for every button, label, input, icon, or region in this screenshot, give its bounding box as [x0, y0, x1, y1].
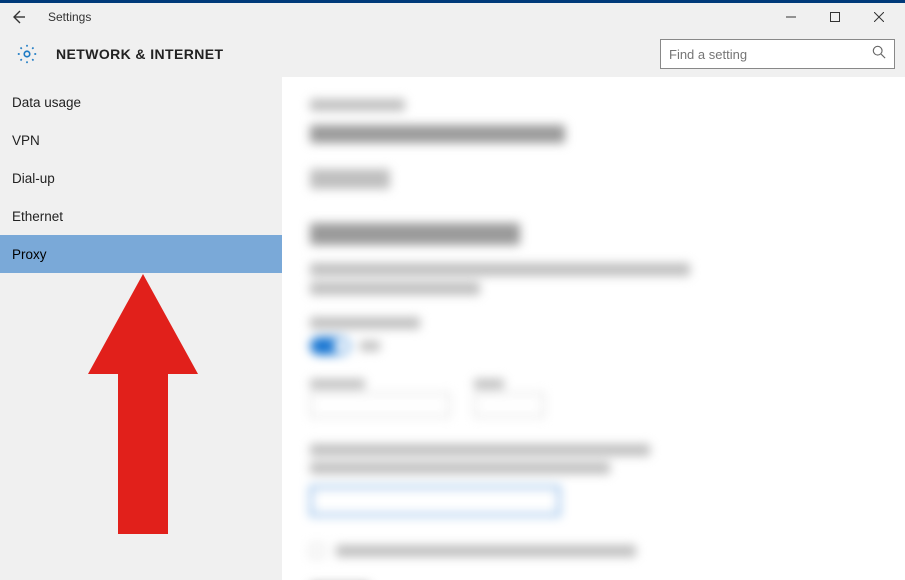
- sidebar-item-dial-up[interactable]: Dial-up: [0, 159, 282, 197]
- sidebar-item-data-usage[interactable]: Data usage: [0, 83, 282, 121]
- sidebar-item-label: Dial-up: [12, 171, 55, 186]
- blurred-content: [310, 99, 877, 580]
- search-field[interactable]: [660, 39, 895, 69]
- sidebar: Data usage VPN Dial-up Ethernet Proxy: [0, 77, 282, 580]
- window-controls: [769, 3, 901, 31]
- minimize-button[interactable]: [769, 3, 813, 31]
- sidebar-item-label: Proxy: [12, 247, 47, 262]
- section-header: NETWORK & INTERNET: [0, 31, 905, 77]
- sidebar-item-ethernet[interactable]: Ethernet: [0, 197, 282, 235]
- back-button[interactable]: [4, 3, 32, 31]
- settings-window: Settings NETWORK & INTERNET: [0, 0, 905, 580]
- search-input[interactable]: [669, 47, 872, 62]
- gear-icon: [16, 43, 38, 65]
- back-arrow-icon: [10, 9, 26, 25]
- close-icon: [874, 12, 884, 22]
- maximize-button[interactable]: [813, 3, 857, 31]
- search-icon: [872, 45, 886, 64]
- content-pane: [282, 77, 905, 580]
- sidebar-item-label: Ethernet: [12, 209, 63, 224]
- maximize-icon: [830, 12, 840, 22]
- sidebar-item-proxy[interactable]: Proxy: [0, 235, 282, 273]
- sidebar-item-label: VPN: [12, 133, 40, 148]
- sidebar-item-label: Data usage: [12, 95, 81, 110]
- titlebar: Settings: [0, 3, 905, 31]
- body: Data usage VPN Dial-up Ethernet Proxy: [0, 77, 905, 580]
- section-title: NETWORK & INTERNET: [56, 46, 223, 62]
- sidebar-item-vpn[interactable]: VPN: [0, 121, 282, 159]
- minimize-icon: [786, 12, 796, 22]
- close-button[interactable]: [857, 3, 901, 31]
- window-title: Settings: [48, 10, 91, 24]
